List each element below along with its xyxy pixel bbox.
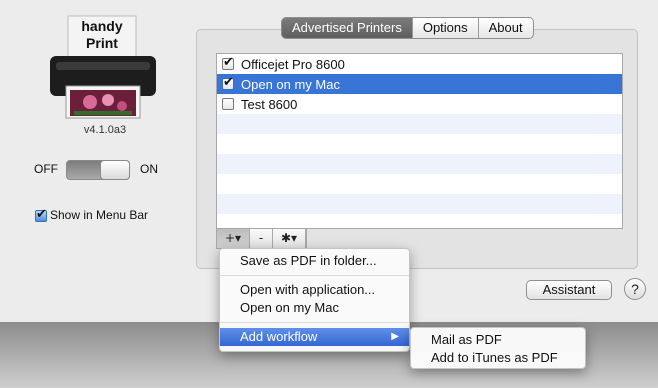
empty-row (217, 134, 622, 154)
show-in-menu-bar-label: Show in Menu Bar (50, 208, 149, 222)
show-in-menu-bar-checkbox[interactable]: Show in Menu Bar (35, 207, 149, 222)
printer-enabled-checkbox[interactable] (222, 75, 234, 90)
checkbox-icon[interactable] (35, 207, 47, 222)
assistant-button[interactable]: Assistant (526, 280, 612, 300)
tab-options[interactable]: Options (411, 18, 478, 38)
svg-text:handy: handy (81, 18, 122, 34)
printer-row[interactable]: Test 8600 (217, 94, 622, 114)
printer-app-icon: handy Print (50, 15, 156, 119)
help-button[interactable]: ? (624, 278, 646, 300)
printer-row[interactable]: Officejet Pro 8600 (217, 54, 622, 74)
printer-enabled-checkbox[interactable] (222, 55, 234, 70)
svg-text:Print: Print (86, 35, 118, 51)
action-menu-button[interactable]: ✱▾ (273, 229, 306, 248)
empty-row (217, 154, 622, 174)
menu-separator (220, 275, 409, 276)
submenu-arrow-icon: ▶ (391, 331, 399, 342)
on-label: ON (140, 162, 158, 176)
empty-row (217, 174, 622, 194)
printer-name: Open on my Mac (241, 76, 340, 92)
menu-item-save-as-pdf[interactable]: Save as PDF in folder... (220, 252, 409, 270)
remove-button[interactable]: - (250, 229, 273, 248)
printer-name: Officejet Pro 8600 (241, 56, 345, 72)
printer-row[interactable]: Open on my Mac (217, 74, 622, 94)
printer-name: Test 8600 (241, 96, 298, 112)
menu-item-mail-as-pdf[interactable]: Mail as PDF (411, 331, 585, 349)
power-switch-knob[interactable] (100, 160, 130, 180)
menu-item-add-to-itunes[interactable]: Add to iTunes as PDF (411, 349, 585, 367)
add-menu: Save as PDF in folder... Open with appli… (219, 248, 410, 352)
tab-about[interactable]: About (477, 18, 533, 38)
add-workflow-label: Add workflow (240, 329, 318, 344)
tab-advertised-printers[interactable]: Advertised Printers (282, 18, 412, 38)
menu-item-open-with-application[interactable]: Open with application... (220, 281, 409, 299)
add-button[interactable]: +▾ (217, 229, 250, 248)
empty-row (217, 114, 622, 134)
list-button-bar: +▾ - ✱▾ (216, 229, 307, 249)
power-switch[interactable] (66, 160, 130, 180)
printer-enabled-checkbox[interactable] (222, 98, 234, 110)
empty-row (217, 214, 622, 228)
empty-row (217, 194, 622, 214)
tab-bar: Advertised Printers Options About (281, 17, 534, 39)
menu-separator (220, 322, 409, 323)
menu-item-open-on-my-mac[interactable]: Open on my Mac (220, 299, 409, 317)
version-label: v4.1.0a3 (83, 124, 127, 136)
menu-item-add-workflow[interactable]: Add workflow ▶ (220, 328, 409, 346)
off-label: OFF (34, 162, 58, 176)
workflow-submenu: Mail as PDF Add to iTunes as PDF (410, 327, 586, 369)
printer-list[interactable]: Officejet Pro 8600 Open on my Mac Test 8… (216, 53, 623, 229)
